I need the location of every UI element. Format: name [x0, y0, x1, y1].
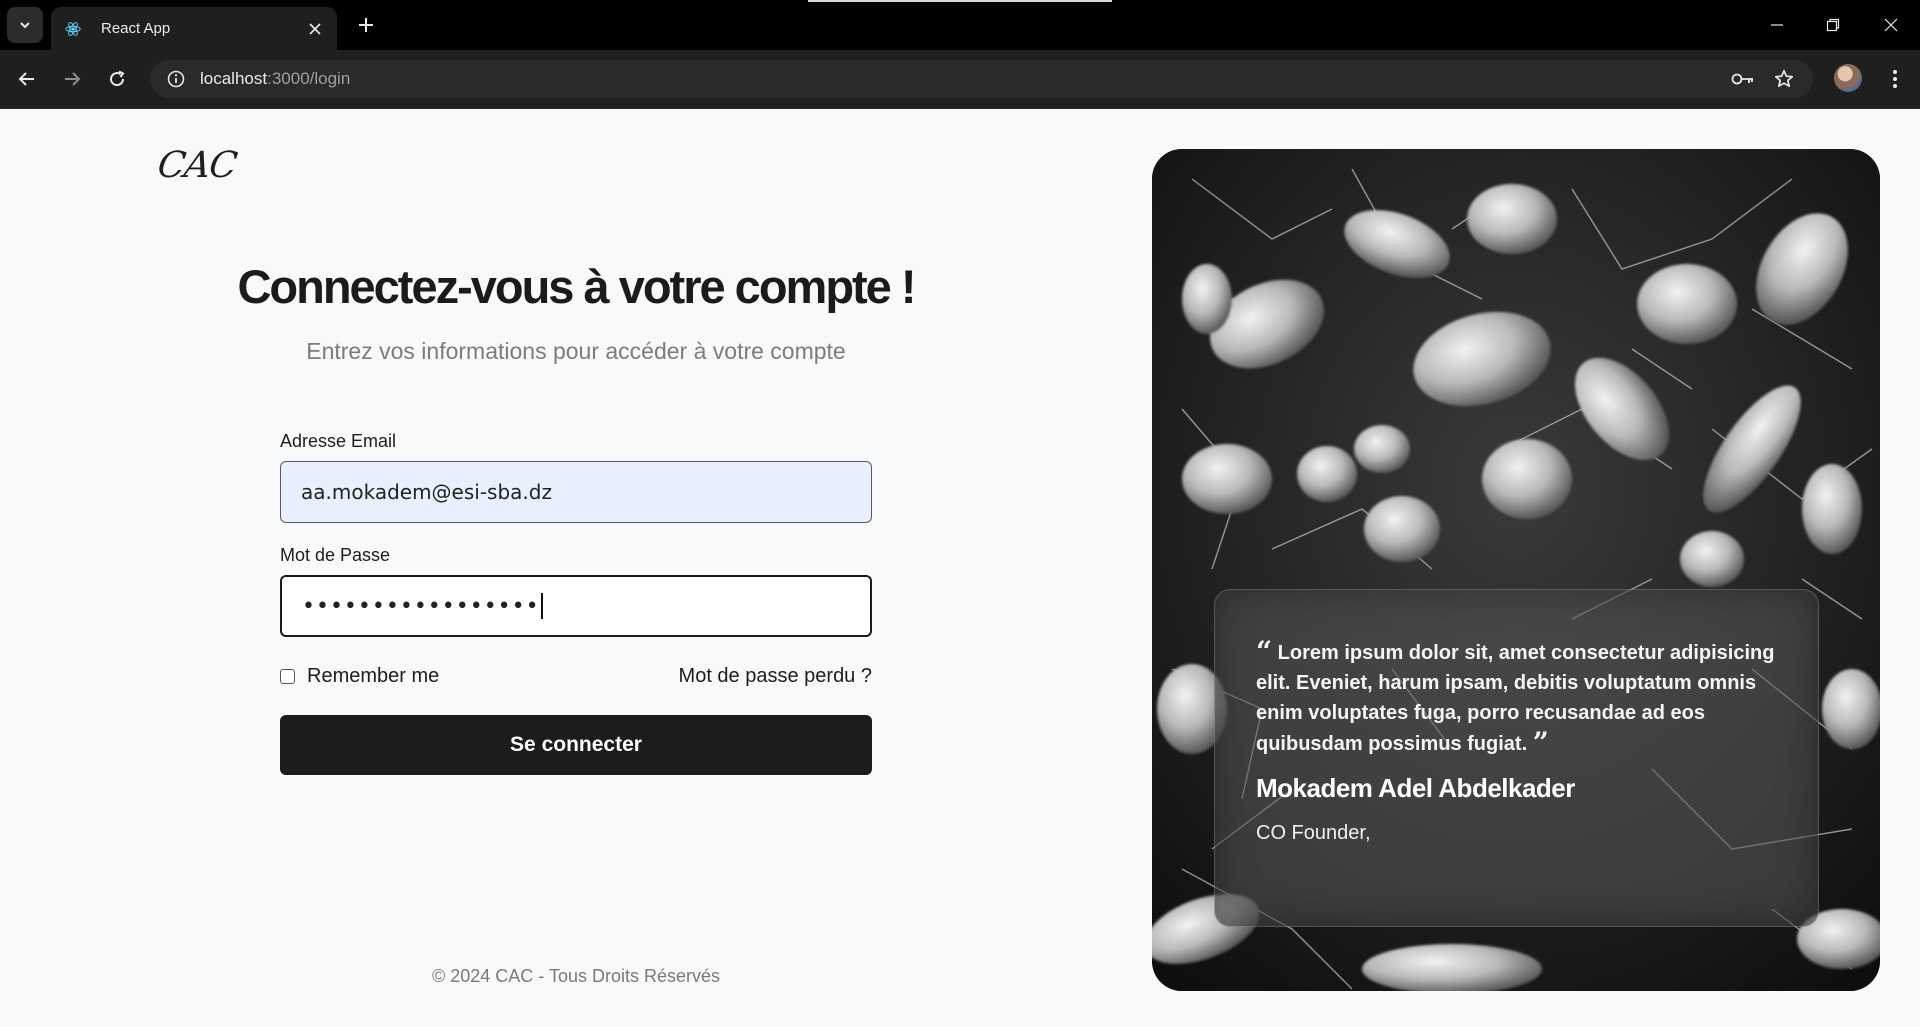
logo[interactable]: CAC: [155, 145, 239, 186]
drag-indicator: [808, 0, 1112, 2]
quote-body: Lorem ipsum dolor sit, amet consectetur …: [1256, 642, 1775, 755]
testimonial-author: Mokadem Adel Abdelkader: [1256, 773, 1575, 803]
new-tab-button[interactable]: [351, 10, 381, 40]
url-path: :3000/login: [267, 69, 351, 88]
testimonial-quote: “ Lorem ipsum dolor sit, amet consectetu…: [1256, 637, 1796, 759]
profile-avatar[interactable]: [1834, 64, 1862, 92]
tab-title: React App: [101, 20, 171, 37]
forgot-password-link[interactable]: Mot de passe perdu ?: [679, 665, 872, 688]
password-field[interactable]: •••••••••••••••••: [280, 575, 872, 637]
password-mask: •••••••••••••••••: [302, 593, 540, 619]
remember-me[interactable]: Remember me: [280, 665, 439, 688]
minimize-icon: [1771, 24, 1783, 26]
email-field[interactable]: aa.mokadem@esi-sba.dz: [280, 461, 872, 523]
star-icon[interactable]: [1771, 66, 1797, 92]
forward-icon: [65, 72, 81, 86]
login-page: CAC Connectez-vous à votre compte ! Entr…: [0, 109, 1920, 1027]
footer-copyright: © 2024 CAC - Tous Droits Réservés: [431, 966, 721, 986]
forward-button[interactable]: [57, 64, 87, 94]
close-icon[interactable]: [305, 19, 325, 39]
remember-label: Remember me: [307, 664, 440, 687]
hero-image-panel: “ Lorem ipsum dolor sit, amet consectetu…: [1152, 149, 1880, 991]
reload-button[interactable]: [102, 64, 132, 94]
text-caret: [540, 593, 543, 619]
url-host: localhost: [200, 69, 268, 88]
login-form: Adresse Email aa.mokadem@esi-sba.dz Mot …: [280, 431, 872, 775]
tab-search-button[interactable]: [7, 7, 43, 43]
page-subtitle: Entrez vos informations pour accéder à v…: [306, 338, 846, 364]
back-button[interactable]: [12, 64, 42, 94]
page-title: Connectez-vous à votre compte !: [237, 260, 916, 313]
browser-toolbar: localhost:3000/login: [0, 50, 1920, 109]
back-icon: [18, 72, 34, 86]
password-key-icon[interactable]: [1730, 66, 1756, 92]
site-info-icon[interactable]: [164, 67, 188, 91]
email-value: aa.mokadem@esi-sba.dz: [301, 480, 552, 504]
browser-tab-strip: React App: [0, 0, 1920, 50]
close-quote-mark: ”: [1532, 726, 1549, 759]
browser-tab[interactable]: React App: [51, 7, 337, 50]
address-bar[interactable]: localhost:3000/login: [150, 60, 1813, 98]
restore-button[interactable]: [1818, 10, 1848, 40]
url-text[interactable]: localhost:3000/login: [200, 69, 350, 89]
testimonial-card: “ Lorem ipsum dolor sit, amet consectetu…: [1214, 589, 1819, 927]
email-label: Adresse Email: [280, 431, 397, 451]
plus-icon: [359, 18, 373, 32]
chevron-down-icon: [20, 22, 30, 29]
kebab-menu-icon[interactable]: [1880, 64, 1910, 94]
password-label: Mot de Passe: [280, 545, 391, 565]
login-button[interactable]: Se connecter: [280, 715, 872, 775]
open-quote-mark: “: [1256, 635, 1273, 668]
minimize-button[interactable]: [1762, 10, 1792, 40]
react-logo-icon: [63, 19, 83, 39]
restore-icon: [1826, 18, 1840, 32]
reload-icon: [110, 70, 125, 87]
window-close-button[interactable]: [1876, 10, 1906, 40]
testimonial-role: CO Founder,: [1256, 822, 1371, 844]
remember-checkbox[interactable]: [280, 668, 295, 684]
close-icon: [1884, 18, 1898, 32]
form-options-row: Remember me Mot de passe perdu ?: [280, 663, 872, 689]
